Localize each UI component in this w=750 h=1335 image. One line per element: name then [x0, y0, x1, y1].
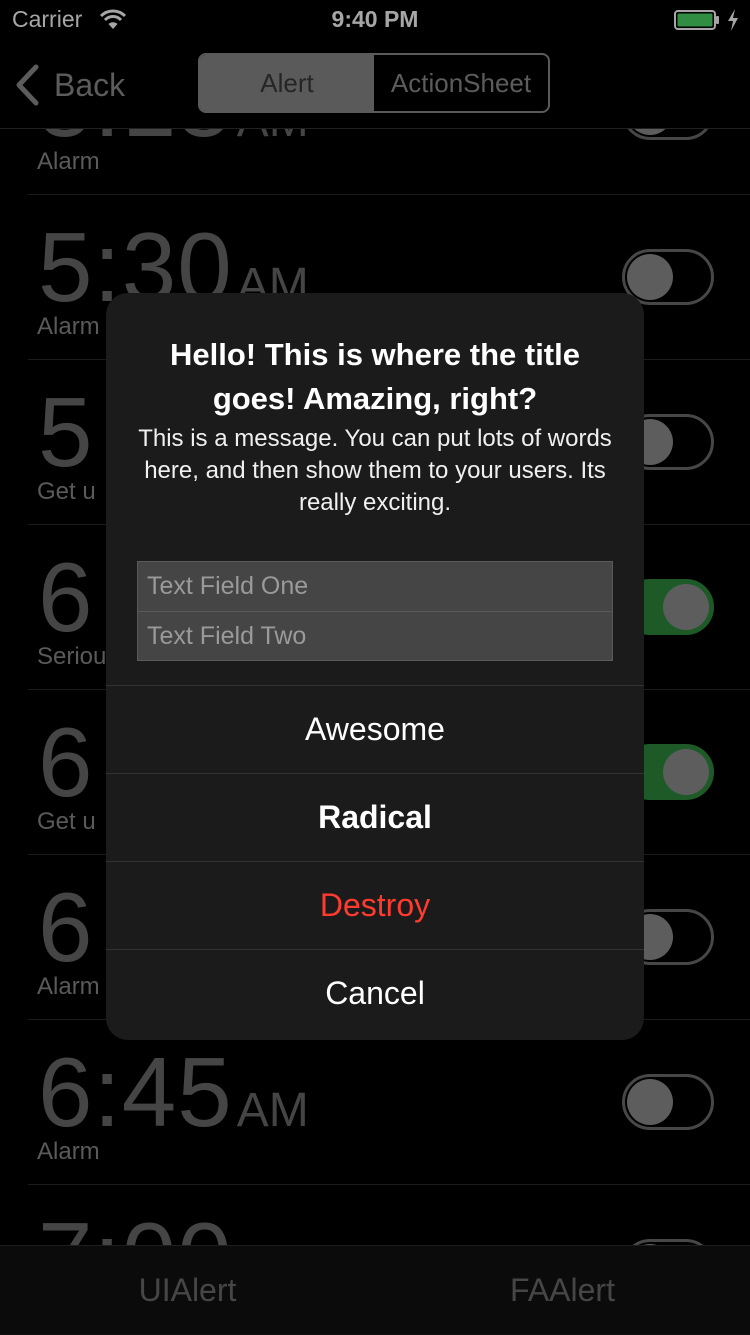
alert-dialog: Hello! This is where the title goes! Ama…: [106, 293, 644, 1040]
alert-message: This is a message. You can put lots of w…: [138, 425, 612, 516]
destroy-button[interactable]: Destroy: [106, 861, 644, 949]
radical-button[interactable]: Radical: [106, 773, 644, 861]
screen: Carrier 9:40 PM Back Alert ActionSheet A…: [0, 0, 750, 1335]
text-field-two[interactable]: [138, 611, 612, 660]
awesome-button[interactable]: Awesome: [106, 685, 644, 773]
alert-text-fields: [137, 561, 613, 661]
alert-title: Hello! This is where the title goes! Ama…: [170, 337, 580, 416]
alert-actions: Awesome Radical Destroy Cancel: [106, 685, 644, 1037]
cancel-button[interactable]: Cancel: [106, 949, 644, 1037]
text-field-one[interactable]: [138, 562, 612, 611]
